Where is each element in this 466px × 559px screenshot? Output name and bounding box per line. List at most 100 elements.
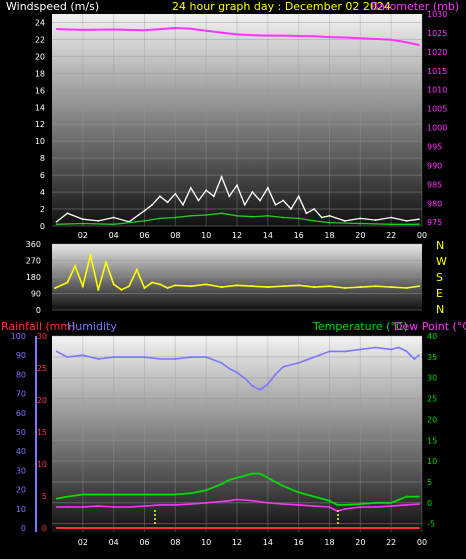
barometer-tick-label: 1020	[427, 48, 447, 57]
wind-direction-point	[266, 286, 269, 289]
wind_gust-point	[159, 195, 161, 198]
temperature-point	[112, 493, 115, 496]
x-tick-label: 18	[324, 538, 334, 547]
wind_gust-point	[282, 199, 285, 202]
humidity-tick-label: 40	[16, 447, 26, 456]
temperature-point	[236, 476, 238, 479]
temperature-point	[159, 493, 161, 496]
rain-point	[55, 527, 58, 529]
temperature-point	[97, 493, 100, 496]
humidity-point	[344, 350, 346, 353]
humidity-point	[81, 354, 84, 357]
temperature-point	[297, 491, 300, 494]
windspeed-axis: 024681012141618202224	[35, 18, 45, 231]
compass-label: N	[436, 303, 444, 316]
rainfall-tick-label: 10	[37, 460, 47, 469]
humidity-point	[174, 358, 177, 360]
barometer-point	[55, 28, 58, 31]
temperature-point	[282, 485, 285, 488]
dewpoint-point	[205, 501, 208, 504]
rainfall-tick-label: 25	[37, 364, 47, 373]
dewpoint-point	[328, 506, 331, 508]
temperature-tick-label: 30	[427, 374, 437, 383]
windspeed-tick-label: 8	[40, 154, 45, 163]
temperature-tick-label: 5	[427, 478, 432, 487]
temperature-point	[251, 472, 254, 475]
wind-direction-point	[405, 287, 408, 289]
wind_gust-point	[189, 186, 192, 189]
wind_gust-point	[418, 218, 420, 221]
direction-axis: 0 90 180 270 360	[26, 240, 41, 315]
dewpoint-point	[112, 506, 115, 508]
windspeed-tick-label: 2	[40, 205, 45, 214]
weather-graph: Windspeed (m/s) 24 hour graph day : Dece…	[1, 0, 466, 547]
wind_gust-point	[81, 218, 84, 221]
wind-direction-point	[135, 268, 138, 271]
dewpoint-point	[359, 506, 362, 508]
x-tick-label: 04	[109, 231, 119, 240]
wind-direction-point	[66, 281, 69, 284]
humidity-point	[97, 358, 100, 360]
wind_gust-point	[251, 191, 254, 193]
wind-direction-point	[97, 288, 100, 291]
wind_avg-point	[359, 222, 362, 225]
x-tick-label: 08	[170, 231, 180, 240]
wind_avg-point	[418, 223, 420, 226]
x-tick-label: 18	[324, 231, 334, 240]
wind-direction-point	[151, 281, 154, 284]
humidity-point	[143, 356, 146, 359]
wind_gust-point	[112, 216, 115, 219]
windspeed-tick-label: 4	[40, 188, 45, 197]
barometer-point	[313, 35, 315, 38]
barometer-point	[282, 34, 285, 37]
barometer-tick-label: 975	[427, 218, 442, 227]
direction-tick-label: 180	[26, 273, 41, 282]
x-tick-label: 22	[386, 231, 396, 240]
barometer-point	[328, 36, 331, 38]
barometer-tick-label: 1010	[427, 86, 447, 95]
wind_gust-point	[143, 209, 146, 212]
compass-label: W	[436, 255, 447, 268]
wind_gust-point	[390, 216, 393, 219]
humidity-tick-label: 50	[16, 428, 26, 437]
wind-direction-point	[297, 284, 300, 287]
wind-direction-point	[282, 285, 285, 288]
wind_gust-point	[205, 189, 208, 192]
humidity-point	[297, 361, 300, 364]
wind_avg-point	[55, 223, 58, 226]
temperature-point	[189, 492, 192, 495]
humidity-point	[205, 356, 208, 359]
dewpoint-point	[97, 505, 100, 508]
wind_avg-point	[251, 215, 254, 218]
wind-direction-point	[328, 285, 331, 288]
wind-direction-point	[251, 285, 254, 288]
humidity-tick-label: 20	[16, 486, 26, 495]
barometer-point	[297, 35, 300, 37]
windspeed-tick-label: 16	[35, 86, 45, 95]
wind_gust-point	[313, 208, 315, 210]
barometer-point	[374, 38, 377, 40]
dewpoint-point	[266, 501, 269, 504]
wind-direction-point	[54, 287, 57, 289]
wind_gust-point	[166, 201, 169, 204]
dewpoint-point	[228, 499, 231, 502]
humidity-point	[251, 385, 254, 387]
wind_gust-point	[359, 217, 362, 220]
x-tick-label: 16	[294, 538, 304, 547]
wind_gust-point	[182, 203, 184, 206]
humidity-point	[397, 346, 400, 349]
wind_avg-point	[205, 214, 208, 216]
wind_gust-point	[274, 203, 277, 206]
wind-direction-point	[104, 261, 107, 264]
humidity-point	[328, 350, 331, 353]
wind_avg-point	[174, 216, 177, 219]
wind_gust-point	[212, 195, 215, 198]
humidity-point	[55, 350, 58, 353]
wind-direction-point	[359, 286, 362, 289]
dewpoint-point	[55, 506, 58, 508]
temperature-tick-label: 40	[427, 332, 437, 341]
temperature-point	[55, 497, 58, 500]
humidity-point	[313, 356, 315, 359]
x-tick-label: 22	[386, 538, 396, 547]
x-tick-label: 00	[417, 538, 427, 547]
